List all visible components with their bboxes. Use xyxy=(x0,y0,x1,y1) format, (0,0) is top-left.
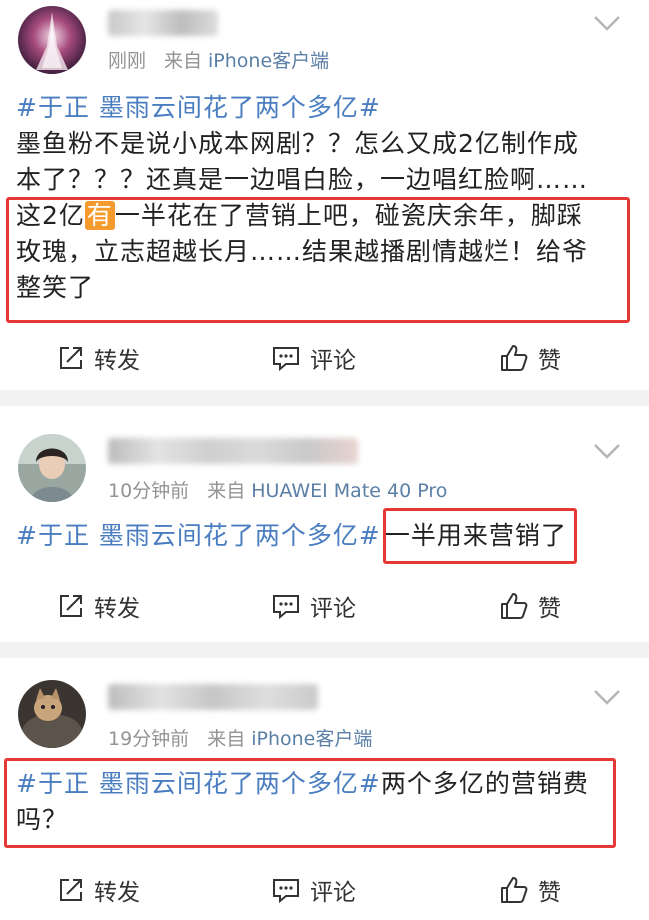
comment-icon xyxy=(273,347,299,371)
comment-button[interactable]: 评论 xyxy=(272,870,356,910)
like-icon xyxy=(501,345,528,371)
username-redacted xyxy=(108,10,218,36)
repost-icon xyxy=(60,879,82,901)
avatar[interactable] xyxy=(18,434,86,502)
annotation-box xyxy=(6,197,630,323)
comment-label: 评论 xyxy=(310,348,356,374)
post-1: 刚刚 来自 iPhone客户端 #于正 墨雨云间花了两个多亿# 墨鱼粉不是说小成本网… xyxy=(0,0,649,390)
repost-label: 转发 xyxy=(94,596,140,622)
repost-button[interactable]: 转发 xyxy=(58,586,140,626)
like-button[interactable]: 赞 xyxy=(500,338,561,378)
repost-button[interactable]: 转发 xyxy=(58,338,140,378)
like-button[interactable]: 赞 xyxy=(500,870,561,910)
post-from: 来自 xyxy=(207,480,246,502)
username-redacted xyxy=(108,684,318,710)
post-meta: 10分钟前 来自 HUAWEI Mate 40 Pro xyxy=(108,476,447,503)
comment-label: 评论 xyxy=(310,596,356,622)
like-label: 赞 xyxy=(538,596,561,622)
chevron-down-icon[interactable] xyxy=(593,442,621,460)
like-icon xyxy=(501,877,528,903)
post-source[interactable]: iPhone客户端 xyxy=(208,50,329,72)
post-source[interactable]: iPhone客户端 xyxy=(251,728,372,750)
repost-label: 转发 xyxy=(94,348,140,374)
post-divider xyxy=(0,642,649,658)
avatar-image xyxy=(18,6,86,74)
post-divider xyxy=(0,390,649,406)
avatar-image xyxy=(18,434,86,502)
weibo-feed: 刚刚 来自 iPhone客户端 #于正 墨雨云间花了两个多亿# 墨鱼粉不是说小成本网… xyxy=(0,0,649,920)
post-time: 10分钟前 xyxy=(108,480,190,502)
avatar-image xyxy=(18,680,86,748)
repost-label: 转发 xyxy=(94,880,140,906)
comment-button[interactable]: 评论 xyxy=(272,586,356,626)
chevron-down-icon[interactable] xyxy=(593,688,621,706)
post-actions: 转发 评论 赞 xyxy=(0,338,649,378)
post-text-line: 墨鱼粉不是说小成本网剧？？怎么又成2亿制作成 xyxy=(16,129,579,158)
post-source[interactable]: HUAWEI Mate 40 Pro xyxy=(251,480,447,502)
comment-label: 评论 xyxy=(310,880,356,906)
comment-button[interactable]: 评论 xyxy=(272,338,356,378)
comment-icon xyxy=(273,595,299,619)
hashtag-link[interactable]: #于正 墨雨云间花了两个多亿# xyxy=(16,90,632,126)
post-from: 来自 xyxy=(207,728,246,750)
annotation-box xyxy=(4,758,616,848)
hashtag-link[interactable]: #于正 墨雨云间花了两个多亿# xyxy=(16,521,381,550)
post-meta: 刚刚 来自 iPhone客户端 xyxy=(108,46,329,73)
avatar[interactable] xyxy=(18,680,86,748)
post-text-line: 本了？？？还真是一边唱白脸，一边唱红脸啊…… xyxy=(16,165,589,194)
username-redacted xyxy=(108,438,358,464)
comment-icon xyxy=(273,879,299,903)
like-label: 赞 xyxy=(538,348,561,374)
like-button[interactable]: 赞 xyxy=(500,586,561,626)
post-actions: 转发 评论 赞 xyxy=(0,586,649,626)
repost-icon xyxy=(60,347,82,369)
chevron-down-icon[interactable] xyxy=(593,14,621,32)
post-time: 刚刚 xyxy=(108,50,147,72)
post-meta: 19分钟前 来自 iPhone客户端 xyxy=(108,724,372,751)
post-actions: 转发 评论 赞 xyxy=(0,870,649,910)
avatar[interactable] xyxy=(18,6,86,74)
repost-button[interactable]: 转发 xyxy=(58,870,140,910)
annotation-box xyxy=(383,508,577,564)
post-2: 10分钟前 来自 HUAWEI Mate 40 Pro #于正 墨雨云间花了两个多亿… xyxy=(0,406,649,642)
like-icon xyxy=(501,593,528,619)
post-3: 19分钟前 来自 iPhone客户端 #于正 墨雨云间花了两个多亿#两个多亿的营销费… xyxy=(0,658,649,920)
post-from: 来自 xyxy=(164,50,203,72)
like-label: 赞 xyxy=(538,880,561,906)
post-time: 19分钟前 xyxy=(108,728,190,750)
repost-icon xyxy=(60,595,82,617)
